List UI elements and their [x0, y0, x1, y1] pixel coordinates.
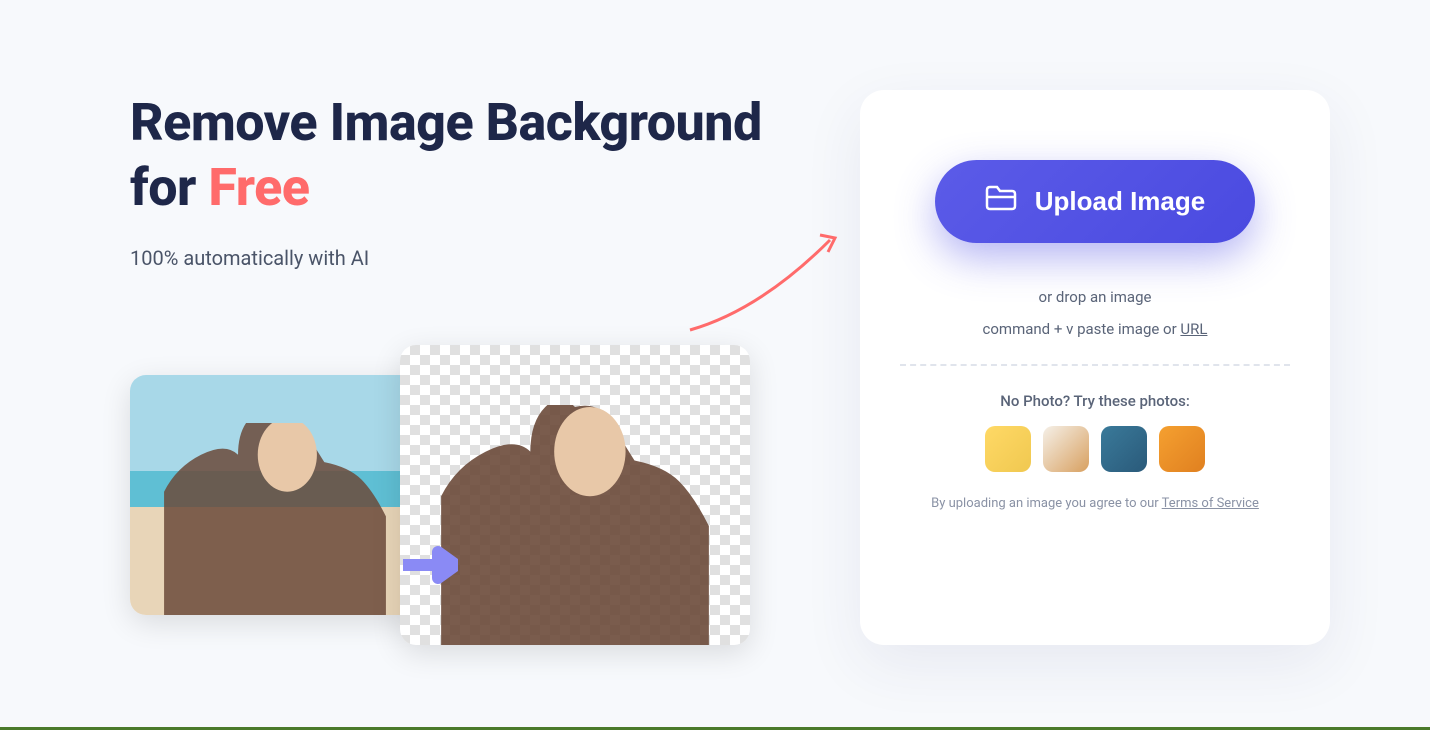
sample-photo-drink[interactable] [1043, 426, 1089, 472]
paste-hint-text: command + v paste image or URL [900, 320, 1290, 338]
sample-photo-car[interactable] [1159, 426, 1205, 472]
terms-text: By uploading an image you agree to our T… [900, 496, 1290, 511]
arrow-right-icon [398, 540, 458, 590]
divider [900, 364, 1290, 366]
try-photos-label: No Photo? Try these photos: [900, 392, 1290, 410]
upload-card: Upload Image or drop an image command + … [860, 90, 1330, 645]
curved-arrow-icon [680, 220, 850, 340]
terms-of-service-link[interactable]: Terms of Service [1162, 496, 1259, 511]
upload-image-button[interactable]: Upload Image [935, 160, 1255, 243]
original-image-preview [130, 375, 420, 615]
upload-button-label: Upload Image [1035, 186, 1205, 217]
page-headline: Remove Image Background for Free [130, 90, 800, 220]
sample-photo-person[interactable] [985, 426, 1031, 472]
drop-hint-text: or drop an image [900, 288, 1290, 306]
sample-photos-row [900, 426, 1290, 472]
processed-image-preview [400, 345, 750, 645]
url-link[interactable]: URL [1180, 320, 1207, 338]
sample-photo-surfboard[interactable] [1101, 426, 1147, 472]
image-comparison [130, 345, 800, 645]
folder-icon [985, 184, 1017, 219]
headline-accent: Free [208, 157, 309, 218]
